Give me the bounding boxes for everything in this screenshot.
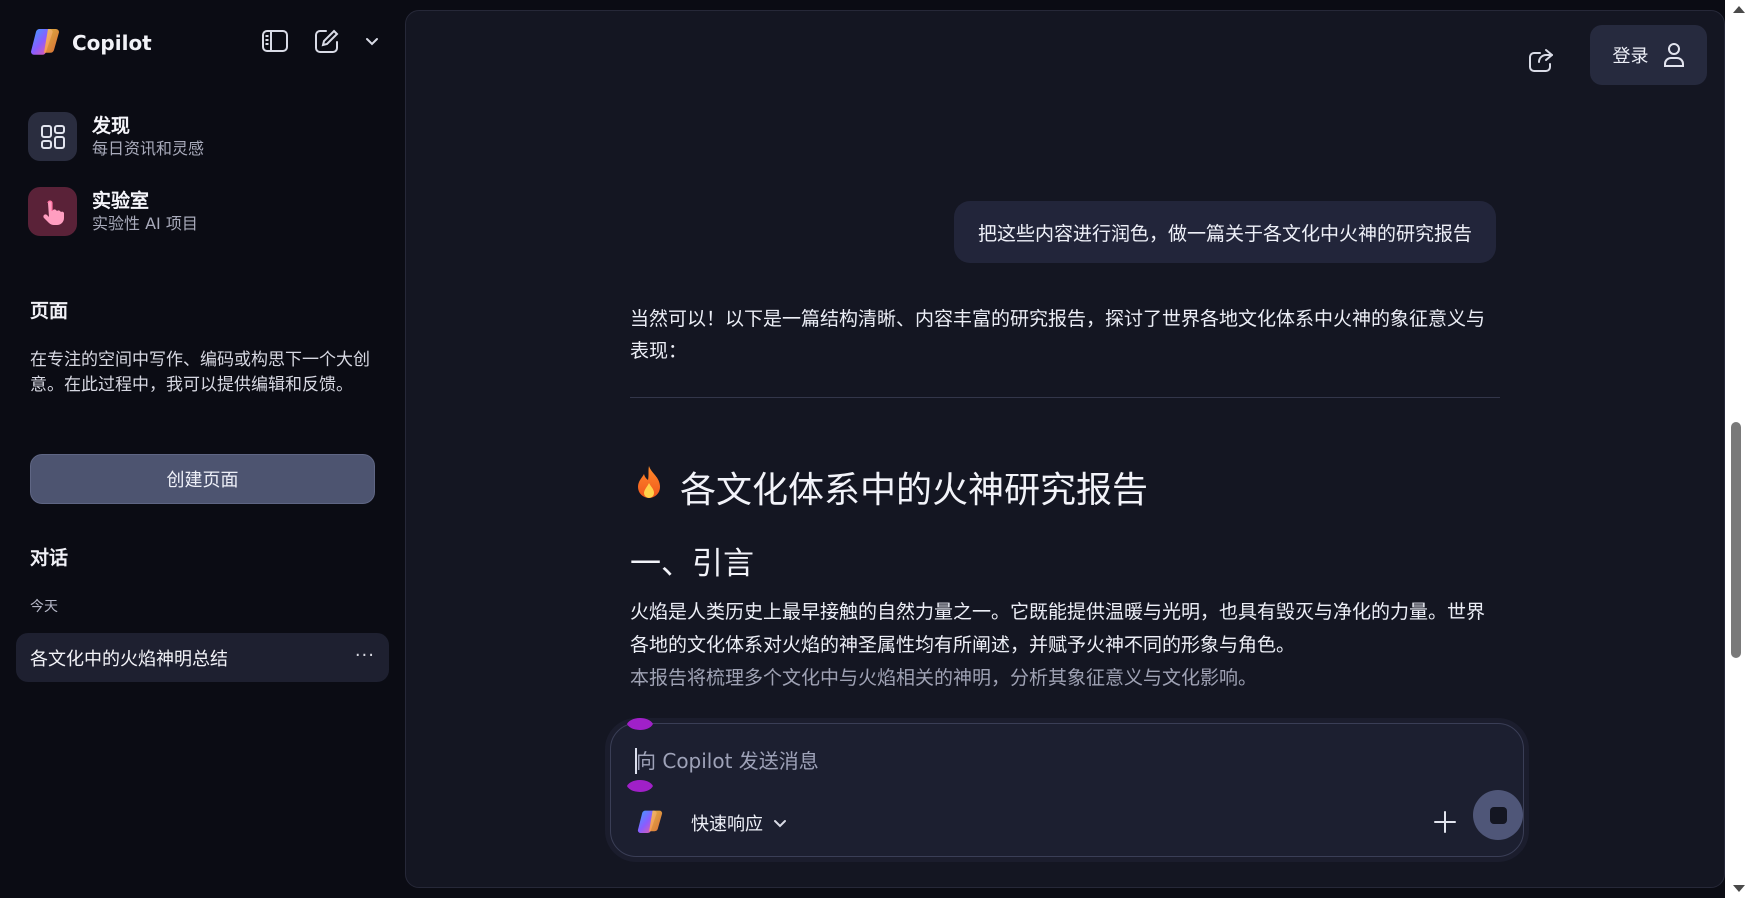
conversations-section-title: 对话 <box>30 547 69 569</box>
plus-icon <box>1434 811 1456 833</box>
conversation-title: 各文化中的火焰神明总结 <box>30 648 228 670</box>
assistant-reply-intro: 当然可以！以下是一篇结构清晰、内容丰富的研究报告，探讨了世界各地文化体系中火神的… <box>630 308 1486 362</box>
new-chat-button[interactable] <box>310 24 344 58</box>
user-message-text: 把这些内容进行润色，做一篇关于各文化中火神的研究报告 <box>977 222 1472 245</box>
brand-name: Copilot <box>72 31 152 55</box>
sidebar-panel-icon <box>262 30 288 52</box>
scroll-down-arrow-icon[interactable] <box>1733 885 1745 892</box>
paragraph-text: 火焰是人类历史上最早接触的自然力量之一。它既能提供温暖与光明，也具有毁灭与净化的… <box>630 601 1486 656</box>
text-selection-marker-icon <box>627 718 653 730</box>
scrollbar-thumb[interactable] <box>1731 422 1741 658</box>
message-input[interactable] <box>636 746 1336 776</box>
sidebar-item-label: 实验室 <box>92 190 150 212</box>
fire-icon <box>634 465 664 510</box>
response-mode-label: 快速响应 <box>691 814 763 835</box>
stop-icon <box>1489 806 1507 824</box>
sidebar-item-sublabel: 每日资讯和灵感 <box>92 139 205 158</box>
more-options-dropdown[interactable] <box>362 24 382 58</box>
brand-logo[interactable]: Copilot <box>30 26 152 60</box>
toggle-sidebar-button[interactable] <box>258 24 292 58</box>
sidebar-toolbar <box>258 24 382 58</box>
sidebar-item-label: 发现 <box>92 115 131 137</box>
today-group-label: 今天 <box>30 599 58 615</box>
share-button[interactable] <box>1525 43 1559 77</box>
report-title-text: 各文化体系中的火神研究报告 <box>680 470 1149 511</box>
chevron-down-icon <box>366 38 378 46</box>
text-selection-marker-icon <box>627 780 653 792</box>
content-divider <box>630 397 1500 398</box>
sidebar-item-discover[interactable]: 发现 每日资讯和灵感 <box>28 112 204 161</box>
login-label: 登录 <box>1612 46 1649 67</box>
copilot-mode-icon <box>637 808 663 838</box>
conversation-more-button[interactable]: ··· <box>355 645 375 666</box>
login-button[interactable]: 登录 <box>1590 25 1707 85</box>
user-message-bubble: 把这些内容进行润色，做一篇关于各文化中火神的研究报告 <box>953 201 1496 263</box>
create-page-button[interactable]: 创建页面 <box>30 454 375 504</box>
sidebar-item-sublabel: 实验性 AI 项目 <box>92 214 198 233</box>
copilot-logo-icon <box>30 26 60 60</box>
pages-description: 在专注的空间中写作、编码或构思下一个大创意。在此过程中，我可以提供编辑和反馈。 <box>30 350 370 395</box>
sidebar: Copilot 发现 每日资讯和灵感 实验室 实验性 AI 项目 页面 在专注的… <box>0 0 405 898</box>
share-icon <box>1529 49 1553 72</box>
stop-generating-button[interactable] <box>1473 790 1523 840</box>
copilot-app: Copilot 发现 每日资讯和灵感 实验室 实验性 AI 项目 页面 在专注的… <box>0 0 1753 898</box>
labs-hand-icon <box>28 187 77 236</box>
report-title: 各文化体系中的火神研究报告 <box>634 461 1148 513</box>
message-composer: 快速响应 <box>610 718 1524 857</box>
compose-icon <box>315 29 339 53</box>
response-mode-selector[interactable]: 快速响应 <box>637 808 787 838</box>
chevron-down-icon <box>774 820 786 828</box>
conversation-item[interactable]: 各文化中的火焰神明总结 ··· <box>16 633 389 682</box>
intro-paragraph: 火焰是人类历史上最早接触的自然力量之一。它既能提供温暖与光明，也具有毁灭与净化的… <box>630 596 1500 695</box>
attach-button[interactable] <box>1425 802 1465 842</box>
pages-section-title: 页面 <box>30 300 69 322</box>
discover-grid-icon <box>28 112 77 161</box>
paragraph-faded-text: 本报告将梳理多个文化中与火焰相关的神明，分析其象征意义与文化影响。 <box>630 667 1258 689</box>
chat-panel: 登录 把这些内容进行润色，做一篇关于各文化中火神的研究报告 当然可以！以下是一篇… <box>405 10 1725 888</box>
section-heading: 一、引言 <box>630 546 754 582</box>
user-icon <box>1663 43 1684 67</box>
sidebar-item-labs[interactable]: 实验室 实验性 AI 项目 <box>28 187 198 236</box>
scroll-up-arrow-icon[interactable] <box>1733 6 1745 13</box>
